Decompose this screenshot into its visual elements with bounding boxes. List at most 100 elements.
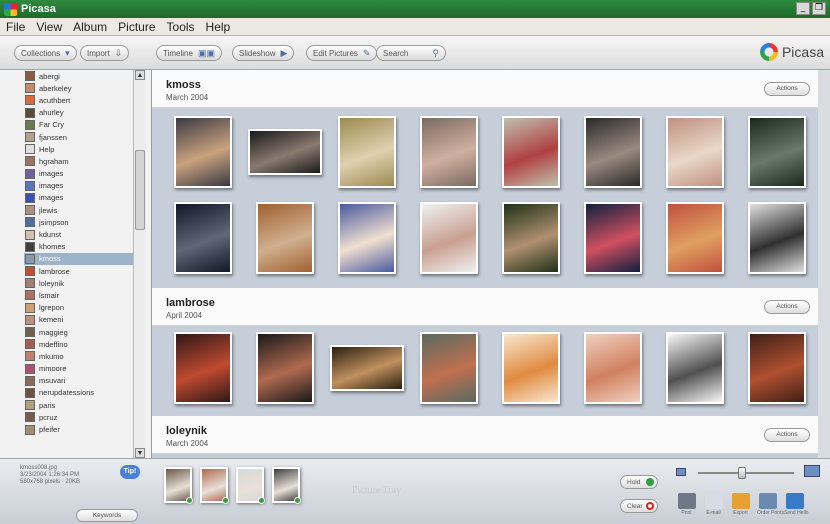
folder-item[interactable]: mdeffino: [24, 338, 134, 350]
photo-thumbnail[interactable]: [338, 116, 396, 188]
album-actions-button[interactable]: Actions: [764, 300, 810, 314]
send-hello-button[interactable]: Send Hello: [784, 493, 808, 516]
folder-item[interactable]: lsmair: [24, 289, 134, 301]
tray-photo[interactable]: [272, 467, 301, 504]
folder-item[interactable]: abergi: [24, 70, 134, 82]
hold-button[interactable]: Hold: [620, 475, 658, 489]
photo-thumbnail[interactable]: [666, 116, 724, 188]
minimize-button[interactable]: _: [796, 2, 810, 15]
folder-item[interactable]: ahurley: [24, 107, 134, 119]
scroll-up-arrow-icon[interactable]: ▲: [135, 70, 145, 80]
folder-item[interactable]: Help: [24, 143, 134, 155]
folder-item[interactable]: images: [24, 180, 134, 192]
menu-album[interactable]: Album: [73, 20, 107, 34]
folder-item[interactable]: paris: [24, 399, 134, 411]
photo-thumbnail[interactable]: [584, 116, 642, 188]
folder-item[interactable]: khomes: [24, 241, 134, 253]
bottom-panel: kmoss008.jpg 3/23/2004 1:26:34 PM 580x76…: [0, 458, 830, 524]
zoom-slider[interactable]: [676, 465, 820, 481]
album-header[interactable]: loleynik March 2004 Actions: [152, 416, 818, 454]
menu-picture[interactable]: Picture: [118, 20, 155, 34]
photo-thumbnail[interactable]: [584, 202, 642, 274]
photo-thumbnail[interactable]: [748, 332, 806, 404]
picasa-logo-icon: [759, 43, 778, 61]
photo-thumbnail[interactable]: [174, 202, 232, 274]
photo-thumbnail[interactable]: [174, 332, 232, 404]
restore-button[interactable]: ❐: [812, 2, 826, 15]
folder-item[interactable]: acuthbert: [24, 94, 134, 106]
photo-thumbnail[interactable]: [666, 332, 724, 404]
menu-view[interactable]: View: [36, 20, 62, 34]
folder-item[interactable]: jlewis: [24, 204, 134, 216]
folder-label: Far Cry: [39, 120, 64, 130]
folder-scrollbar[interactable]: ▲ ▼: [133, 70, 146, 458]
photo-thumbnail[interactable]: [248, 129, 322, 175]
folder-item[interactable]: mkumo: [24, 350, 134, 362]
photo-thumbnail[interactable]: [748, 116, 806, 188]
library-scrollbar[interactable]: [818, 70, 830, 458]
photo-thumbnail[interactable]: [420, 202, 478, 274]
folder-item[interactable]: loleynik: [24, 277, 134, 289]
photo-thumbnail[interactable]: [502, 332, 560, 404]
photo-thumbnail[interactable]: [256, 202, 314, 274]
photo-thumbnail[interactable]: [748, 202, 806, 274]
zoom-knob[interactable]: [737, 467, 746, 479]
photo-thumbnail[interactable]: [174, 116, 232, 188]
tip-bubble[interactable]: Tip!: [120, 465, 140, 479]
menu-file[interactable]: File: [6, 20, 25, 34]
menu-help[interactable]: Help: [206, 20, 231, 34]
photo-thumbnail[interactable]: [420, 332, 478, 404]
tray-photo[interactable]: [236, 467, 265, 504]
photo-thumbnail[interactable]: [256, 332, 314, 404]
folder-item[interactable]: aberkeley: [24, 82, 134, 94]
photo-thumbnail[interactable]: [502, 202, 560, 274]
e-mail-button[interactable]: E-mail: [703, 493, 724, 516]
folder-item[interactable]: Far Cry: [24, 119, 134, 131]
folder-item[interactable]: kmoss: [24, 252, 134, 265]
folder-item[interactable]: images: [24, 168, 134, 180]
print-button[interactable]: Print: [676, 493, 697, 516]
folder-item[interactable]: pcruz: [24, 411, 134, 423]
keywords-button[interactable]: Keywords: [76, 509, 138, 522]
photo-thumbnail[interactable]: [420, 116, 478, 188]
folder-item[interactable]: mmoore: [24, 363, 134, 375]
folder-item[interactable]: lgrepon: [24, 302, 134, 314]
folder-item[interactable]: hgraham: [24, 155, 134, 167]
folder-label: khomes: [39, 242, 66, 252]
folder-item[interactable]: pfeifer: [24, 423, 134, 435]
folder-item[interactable]: lambrose: [24, 265, 134, 277]
export-button[interactable]: Export: [730, 493, 751, 516]
clear-button[interactable]: Clear: [620, 499, 658, 513]
collections-button[interactable]: Collections ▾: [14, 45, 77, 61]
folder-item[interactable]: kemeni: [24, 314, 134, 326]
zoom-track[interactable]: [698, 467, 794, 479]
folder-item[interactable]: images: [24, 192, 134, 204]
folder-item[interactable]: kdunst: [24, 228, 134, 240]
album-header[interactable]: lambrose April 2004 Actions: [152, 288, 818, 326]
folder-scroll-thumb[interactable]: [135, 150, 145, 230]
photo-thumbnail[interactable]: [502, 116, 560, 188]
photo-thumbnail[interactable]: [584, 332, 642, 404]
menu-tools[interactable]: Tools: [167, 20, 195, 34]
photo-thumbnail[interactable]: [666, 202, 724, 274]
timeline-button[interactable]: Timeline ▣▣: [156, 45, 222, 61]
order-prints-button[interactable]: Order Prints: [757, 493, 784, 516]
photo-thumbnail[interactable]: [338, 202, 396, 274]
folder-item[interactable]: nerupdatessions: [24, 387, 134, 399]
scroll-down-arrow-icon[interactable]: ▼: [135, 448, 145, 458]
search-button[interactable]: Search ⚲: [376, 45, 446, 61]
tray-photo[interactable]: [200, 467, 229, 504]
slideshow-button[interactable]: Slideshow ▶: [232, 45, 295, 61]
album-header[interactable]: kmoss March 2004 Actions: [152, 70, 818, 108]
folder-item[interactable]: jsimpson: [24, 216, 134, 228]
photo-thumbnail[interactable]: [330, 345, 404, 391]
folder-item[interactable]: maggieg: [24, 326, 134, 338]
folder-thumbnail: [25, 363, 35, 374]
album-actions-button[interactable]: Actions: [764, 428, 810, 442]
folder-item[interactable]: fjanssen: [24, 131, 134, 143]
album-actions-button[interactable]: Actions: [764, 82, 810, 96]
folder-item[interactable]: msuvari: [24, 375, 134, 387]
import-button[interactable]: Import ⇩: [80, 45, 130, 61]
edit-pictures-button[interactable]: Edit Pictures ✎: [306, 45, 378, 61]
tray-photo[interactable]: [164, 467, 193, 504]
